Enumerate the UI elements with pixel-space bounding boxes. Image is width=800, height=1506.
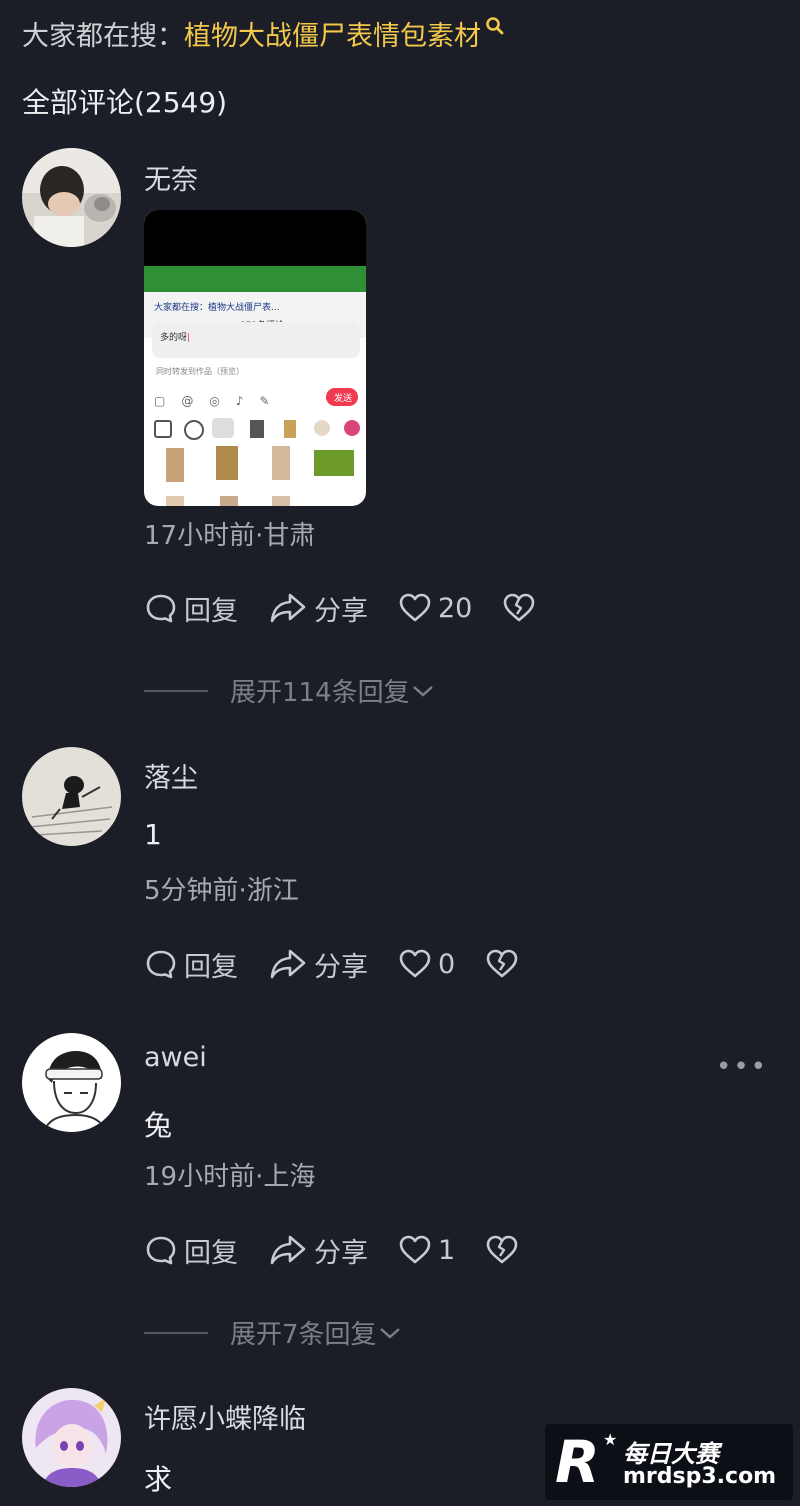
comments-count-title: 全部评论(2549) xyxy=(22,86,228,119)
chevron-down-icon xyxy=(379,1327,400,1339)
like-count: 0 xyxy=(438,948,456,980)
reply-label: 回复 xyxy=(184,1237,238,1269)
broken-heart-icon xyxy=(486,949,518,978)
avatar[interactable] xyxy=(22,1033,121,1132)
comment-actions: 回复 分享 20 xyxy=(144,588,572,628)
image-input-box: 多的呀| xyxy=(152,322,360,358)
share-label: 分享 xyxy=(314,595,368,627)
image-option-text: 同时转发到作品（预览） xyxy=(156,367,244,376)
reply-label: 回复 xyxy=(184,595,238,627)
comment-author[interactable]: 许愿小蝶降临 xyxy=(144,1397,306,1436)
image-send-text: 发送 xyxy=(334,394,353,404)
reply-icon xyxy=(146,594,176,623)
comment-author[interactable]: 无奈 xyxy=(144,158,198,197)
avatar[interactable] xyxy=(22,1388,121,1487)
dislike-button[interactable] xyxy=(485,1233,525,1267)
image-sticker xyxy=(166,496,184,506)
reply-label: 回复 xyxy=(184,951,238,983)
comment-author[interactable]: awei xyxy=(144,1042,207,1073)
comment-text: 求 xyxy=(144,1463,173,1496)
divider-line xyxy=(144,689,208,692)
watermark-url: mrdsp3.com xyxy=(623,1464,777,1489)
reply-button[interactable]: 回复 xyxy=(144,945,238,984)
image-emoji-row xyxy=(144,416,366,440)
comment-time-location: 19小时前·上海 xyxy=(144,1162,316,1192)
reply-button[interactable]: 回复 xyxy=(144,589,238,628)
comment-actions: 回复 分享 1 xyxy=(144,1230,555,1270)
share-label: 分享 xyxy=(314,1237,368,1269)
expand-replies-label: 展开114条回复 xyxy=(230,678,410,708)
expand-replies[interactable]: 展开114条回复 xyxy=(144,672,436,709)
expand-replies[interactable]: 展开7条回复 xyxy=(144,1314,403,1351)
share-button[interactable]: 分享 xyxy=(268,1231,368,1270)
dislike-button[interactable] xyxy=(502,591,542,625)
expand-replies-label: 展开7条回复 xyxy=(230,1320,377,1350)
share-icon xyxy=(270,593,306,623)
search-icon[interactable] xyxy=(485,12,505,43)
comment-author[interactable]: 落尘 xyxy=(144,756,198,795)
more-options-icon[interactable]: ••• xyxy=(716,1052,768,1082)
comment-text: 兔 xyxy=(144,1109,173,1142)
image-sticker xyxy=(220,496,238,506)
hot-search-prefix: 大家都在搜： xyxy=(22,21,184,52)
hot-search-bar[interactable]: 大家都在搜：植物大战僵尸表情包素材 xyxy=(22,14,505,53)
like-button[interactable]: 1 xyxy=(398,1233,455,1267)
image-sticker xyxy=(272,446,290,480)
star-icon: ★ xyxy=(603,1430,618,1449)
chevron-down-icon xyxy=(412,685,433,697)
like-button[interactable]: 0 xyxy=(398,947,455,981)
reply-icon xyxy=(146,1236,176,1265)
comment-text: 1 xyxy=(144,818,162,851)
broken-heart-icon xyxy=(486,1235,518,1264)
watermark: R ★ 每日大赛 mrdsp3.com xyxy=(545,1424,793,1500)
comment-actions: 回复 分享 0 xyxy=(144,944,555,984)
comment-image[interactable]: 大家都在搜：植物大战僵尸表... 851条评论 多的呀| 同时转发到作品（预览）… xyxy=(144,210,366,506)
image-green-strip xyxy=(144,266,366,292)
avatar[interactable] xyxy=(22,747,121,846)
heart-icon xyxy=(399,1235,431,1264)
hot-search-keyword[interactable]: 植物大战僵尸表情包素材 xyxy=(184,21,481,52)
image-title-text: 大家都在搜：植物大战僵尸表... xyxy=(154,303,280,313)
share-icon xyxy=(270,1235,306,1265)
image-input-text: 多的呀 xyxy=(160,333,188,343)
image-sticker xyxy=(272,496,290,506)
broken-heart-icon xyxy=(504,593,535,622)
comment-time-location: 5分钟前·浙江 xyxy=(144,876,299,906)
share-button[interactable]: 分享 xyxy=(268,589,368,628)
image-send-button: 发送 xyxy=(326,388,358,406)
share-button[interactable]: 分享 xyxy=(268,945,368,984)
divider-line xyxy=(144,1331,208,1334)
like-button[interactable]: 20 xyxy=(398,591,472,625)
heart-icon xyxy=(399,593,431,622)
avatar[interactable] xyxy=(22,148,121,247)
heart-icon xyxy=(399,949,431,978)
reply-icon xyxy=(146,950,176,979)
image-sticker xyxy=(216,446,238,480)
share-label: 分享 xyxy=(314,951,368,983)
image-icon-row: ▢@◎♪✎ xyxy=(154,394,286,408)
image-top-black xyxy=(144,210,366,266)
comment-time-location: 17小时前·甘肃 xyxy=(144,521,316,551)
dislike-button[interactable] xyxy=(485,947,525,981)
like-count: 20 xyxy=(438,592,473,624)
reply-button[interactable]: 回复 xyxy=(144,1231,238,1270)
image-sticker xyxy=(166,448,184,482)
watermark-logo: R xyxy=(555,1428,600,1496)
share-icon xyxy=(270,949,306,979)
image-sticker xyxy=(314,450,354,476)
like-count: 1 xyxy=(438,1234,456,1266)
